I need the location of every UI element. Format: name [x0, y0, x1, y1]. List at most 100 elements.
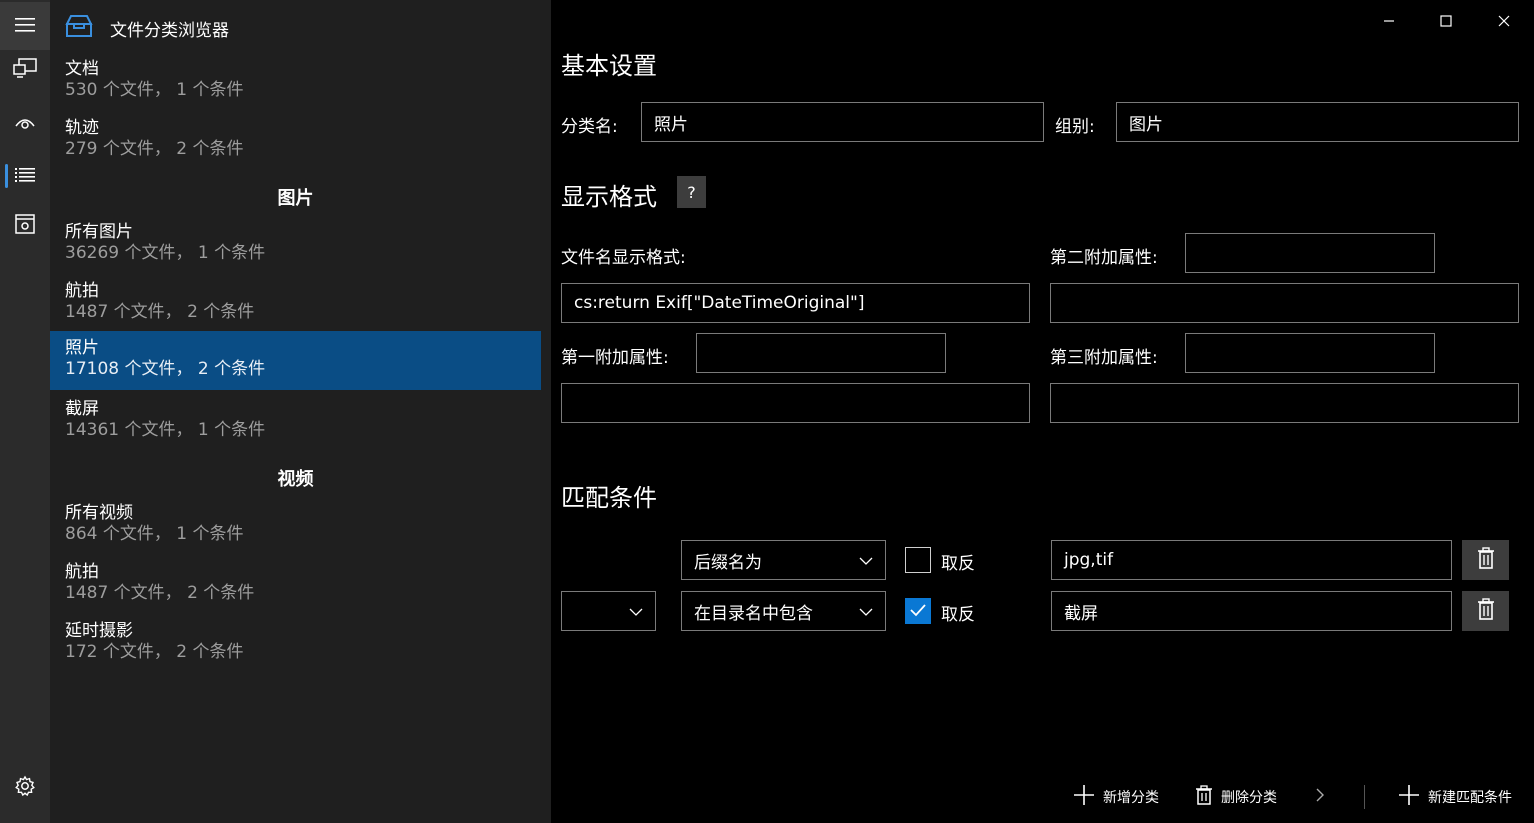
second-attr-name-input[interactable]: [1185, 233, 1435, 273]
third-attr-label: 第三附加属性:: [1050, 348, 1158, 368]
close-icon: [1498, 12, 1510, 31]
nav-rail: [0, 0, 50, 823]
category-meta: 864 个文件， 1 个条件: [65, 524, 244, 544]
category-meta: 530 个文件， 1 个条件: [65, 80, 244, 100]
delete-category-button[interactable]: 删除分类: [1195, 784, 1277, 810]
hamburger-menu-button[interactable]: [0, 2, 50, 50]
category-item[interactable]: 截屏 14361 个文件， 1 个条件: [50, 392, 541, 451]
plus-icon: [1398, 784, 1428, 810]
category-name: 航拍: [65, 281, 99, 301]
category-meta: 17108 个文件， 2 个条件: [65, 359, 266, 379]
maximize-icon: [1440, 12, 1452, 31]
chevron-right-icon: [1315, 787, 1333, 807]
maximize-button[interactable]: [1431, 6, 1461, 36]
logic-operator-select[interactable]: [561, 591, 656, 631]
category-name-label: 分类名:: [561, 117, 618, 137]
nav-preview-button[interactable]: [0, 100, 50, 148]
settings-button[interactable]: [0, 764, 50, 812]
category-name: 照片: [65, 338, 99, 358]
category-item-selected[interactable]: 照片 17108 个文件， 2 个条件: [50, 331, 541, 390]
app-header: 文件分类浏览器: [64, 10, 229, 46]
second-attr-label: 第二附加属性:: [1050, 248, 1158, 268]
category-name: 延时摄影: [65, 621, 133, 641]
match-conditions-heading: 匹配条件: [561, 484, 657, 512]
gear-icon: [14, 775, 36, 801]
condition-type-select[interactable]: 在目录名中包含: [681, 591, 886, 631]
category-item[interactable]: 航拍 1487 个文件， 2 个条件: [50, 555, 541, 614]
trash-icon: [1195, 785, 1221, 809]
basic-settings-heading: 基本设置: [561, 52, 657, 80]
delete-condition-button[interactable]: [1462, 591, 1509, 631]
category-item[interactable]: 所有图片 36269 个文件， 1 个条件: [50, 215, 541, 274]
negate-label: 取反: [941, 605, 975, 625]
app-logo-icon: [64, 12, 94, 44]
group-header-pictures: 图片: [277, 188, 314, 209]
add-category-button[interactable]: 新增分类: [1073, 784, 1159, 810]
plus-icon: [1073, 784, 1103, 810]
negate-checkbox[interactable]: [905, 598, 931, 624]
condition-type-value: 在目录名中包含: [694, 603, 813, 624]
category-meta: 1487 个文件， 2 个条件: [65, 302, 255, 322]
nav-devices-button[interactable]: [0, 46, 50, 94]
category-item[interactable]: 所有视频 864 个文件， 1 个条件: [50, 496, 541, 555]
command-separator: [1364, 785, 1365, 809]
category-name: 所有图片: [65, 222, 133, 242]
category-name-input[interactable]: 照片: [641, 102, 1044, 142]
category-meta: 36269 个文件， 1 个条件: [65, 243, 266, 263]
devices-icon: [13, 58, 37, 82]
filename-format-label: 文件名显示格式:: [561, 248, 686, 268]
eye-icon: [14, 115, 36, 134]
condition-type-value: 后缀名为: [694, 552, 762, 573]
settings-box-icon: [15, 214, 35, 238]
delete-category-label: 删除分类: [1221, 790, 1277, 806]
condition-value-input[interactable]: jpg,tif: [1051, 540, 1452, 580]
category-name: 航拍: [65, 562, 99, 582]
category-item[interactable]: 航拍 1487 个文件， 2 个条件: [50, 274, 541, 333]
hamburger-icon: [15, 17, 35, 36]
nav-categories-button[interactable]: [0, 152, 50, 200]
category-meta: 1487 个文件， 2 个条件: [65, 583, 255, 603]
new-condition-button[interactable]: 新建匹配条件: [1398, 784, 1512, 810]
condition-type-select[interactable]: 后缀名为: [681, 540, 886, 580]
chevron-down-icon: [859, 550, 873, 570]
minimize-button[interactable]: [1374, 6, 1404, 36]
group-header-videos: 视频: [277, 469, 314, 490]
trash-icon: [1477, 547, 1495, 573]
group-input[interactable]: 图片: [1116, 102, 1519, 142]
trash-icon: [1477, 598, 1495, 624]
more-commands-button[interactable]: [1315, 784, 1333, 810]
category-list-pane: 文件分类浏览器 文档 530 个文件， 1 个条件 轨迹 279 个文件， 2 …: [50, 0, 551, 823]
chevron-down-icon: [629, 601, 643, 621]
third-attr-value-input[interactable]: [1050, 383, 1519, 423]
delete-condition-button[interactable]: [1462, 540, 1509, 580]
add-category-label: 新增分类: [1103, 790, 1159, 806]
new-condition-label: 新建匹配条件: [1428, 790, 1512, 806]
second-attr-value-input[interactable]: [1050, 283, 1519, 323]
category-item[interactable]: 轨迹 279 个文件， 2 个条件: [50, 111, 541, 170]
category-meta: 279 个文件， 2 个条件: [65, 139, 244, 159]
category-name: 轨迹: [65, 118, 99, 138]
help-button[interactable]: ?: [677, 176, 706, 208]
first-attr-name-input[interactable]: [696, 333, 946, 373]
category-item[interactable]: 延时摄影 172 个文件， 2 个条件: [50, 614, 541, 673]
minimize-icon: [1383, 12, 1395, 31]
third-attr-name-input[interactable]: [1185, 333, 1435, 373]
category-name: 所有视频: [65, 503, 133, 523]
category-meta: 172 个文件， 2 个条件: [65, 642, 244, 662]
filename-format-input[interactable]: cs:return Exif["DateTimeOriginal"]: [561, 283, 1030, 323]
condition-value-input[interactable]: 截屏: [1051, 591, 1452, 631]
chevron-down-icon: [859, 601, 873, 621]
list-icon: [15, 167, 35, 186]
app-title: 文件分类浏览器: [110, 20, 229, 41]
group-label: 组别:: [1055, 117, 1095, 137]
display-format-heading: 显示格式: [561, 183, 657, 211]
first-attr-label: 第一附加属性:: [561, 348, 669, 368]
negate-checkbox[interactable]: [905, 547, 931, 573]
close-button[interactable]: [1489, 6, 1519, 36]
first-attr-value-input[interactable]: [561, 383, 1030, 423]
category-item[interactable]: 文档 530 个文件， 1 个条件: [50, 52, 541, 111]
negate-label: 取反: [941, 554, 975, 574]
category-meta: 14361 个文件， 1 个条件: [65, 420, 266, 440]
checkmark-icon: [909, 602, 927, 621]
nav-settings-box-button[interactable]: [0, 202, 50, 250]
